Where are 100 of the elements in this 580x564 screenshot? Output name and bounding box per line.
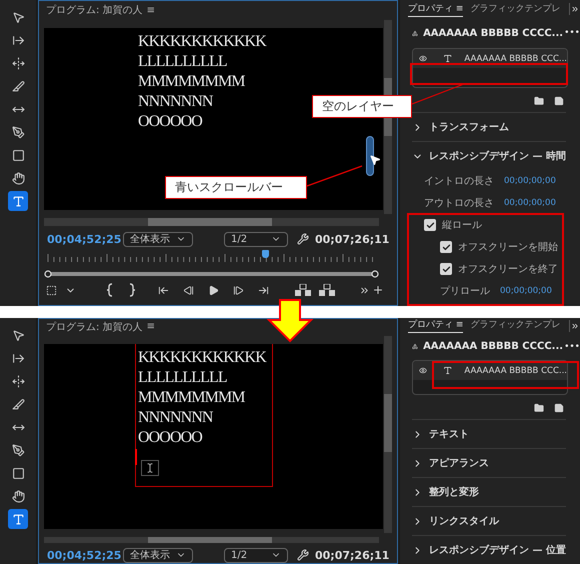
callout-label: 青いスクロールバー [165, 176, 307, 199]
layer-name: AAAAAAA BBBBB CCC... [464, 54, 567, 64]
blade-icon [12, 398, 24, 410]
callout-label: 空のレイヤー [312, 95, 412, 118]
section-header[interactable]: アピアランス [412, 449, 566, 477]
mouse-cursor-icon [369, 154, 381, 166]
checkbox-label: オフスクリーンを開始 [458, 241, 558, 254]
panel-title: プログラム: 加賀の人 [46, 320, 143, 334]
title-text: LLLLLLLLLL [138, 52, 227, 72]
range-bar[interactable] [44, 268, 379, 280]
text-frame[interactable]: KKKKKKKKKKKK LLLLLLLLLL MMMMMMMM NNNNNNN OOOOOO [135, 28, 273, 171]
playhead[interactable] [262, 250, 269, 258]
title-text: MMMMMMMM [138, 388, 245, 408]
current-timecode[interactable]: 00;04;52;25 [47, 232, 123, 246]
zoom-dropdown[interactable]: 全体表示 [123, 232, 193, 246]
tool-button[interactable] [8, 509, 28, 529]
property-label: アウトロの長さ [424, 197, 494, 210]
resolution-dropdown[interactable]: 1/2 [224, 232, 288, 246]
panel-tab[interactable]: プロパティ ≡ [408, 318, 464, 334]
down-arrow-icon [266, 299, 314, 342]
step-forward-icon[interactable] [233, 284, 244, 296]
pointer-icon [12, 328, 24, 342]
type-icon [442, 52, 452, 65]
panel-tab[interactable]: グラフィックテンプレ [470, 2, 560, 16]
panel-tab[interactable]: グラフィックテンプレ [470, 318, 560, 334]
brace-icon[interactable] [128, 283, 136, 297]
more-menu[interactable]: ••• [564, 28, 580, 38]
pen-icon [12, 126, 24, 138]
go-to-in-icon[interactable] [158, 284, 169, 296]
leader-line [412, 83, 464, 105]
insert-icon[interactable] [295, 284, 311, 296]
wrench-icon[interactable] [297, 233, 309, 245]
horizontal-scrollbar[interactable] [44, 536, 379, 544]
checkbox[interactable] [424, 219, 436, 231]
panel-title: プログラム: 加賀の人 [46, 4, 143, 17]
timecode-value[interactable]: 00;00;00;00 [504, 198, 556, 208]
brace-icon[interactable] [106, 283, 114, 297]
property-label: プリロール [440, 284, 490, 298]
overflow-button[interactable]: » [568, 320, 580, 332]
insert-icon[interactable] [319, 284, 335, 296]
chevrons-right-icon[interactable] [359, 284, 370, 296]
more-menu[interactable]: ••• [564, 342, 580, 352]
note-icon[interactable] [554, 403, 564, 413]
blade-icon [12, 80, 24, 92]
title-text: NNNNNNN [138, 408, 213, 428]
vertical-scrollbar[interactable] [384, 336, 392, 533]
title-text: MMMMMMMM [138, 72, 245, 92]
plus-icon[interactable] [372, 284, 384, 296]
layer-title: AAAAAAA BBBBB CCCC... [423, 341, 564, 352]
section-header[interactable]: 整列と変形 [412, 478, 566, 506]
layer-name: AAAAAAA BBBBB CCC... [464, 366, 567, 376]
folder-icon[interactable] [534, 403, 544, 413]
overflow-button[interactable]: » [568, 3, 580, 15]
dashed-square-icon[interactable] [46, 284, 57, 296]
timecode-value[interactable]: 00;00;00;00 [504, 176, 556, 186]
insertion-mark [135, 448, 137, 465]
panel-menu[interactable]: ≡ [146, 321, 155, 332]
checkbox[interactable] [440, 241, 452, 253]
step-back-icon[interactable] [183, 284, 194, 296]
title-text: LLLLLLLLLL [138, 368, 227, 388]
pen-icon [12, 444, 24, 456]
type-icon [12, 512, 24, 526]
resolution-dropdown[interactable]: 1/2 [224, 548, 288, 563]
arrow-right-icon [12, 352, 24, 364]
title-text: OOOOOO [138, 428, 202, 448]
roll-scroll-handle[interactable] [366, 136, 374, 176]
zoom-dropdown[interactable]: 全体表示 [123, 548, 193, 563]
section-header[interactable]: テキスト [412, 420, 566, 448]
section-header[interactable]: レスポンシブデザイン — 時間 [412, 142, 566, 170]
play-icon[interactable] [208, 284, 219, 296]
layer-row[interactable]: AAAAAAA BBBBB CCC... [413, 361, 567, 380]
type-icon [12, 194, 24, 208]
arrow-right-icon [12, 34, 24, 46]
checkbox-label: オフスクリーンを終了 [458, 263, 558, 276]
duration-timecode: 00;07;26;11 [315, 232, 390, 246]
split-arrows-icon [12, 56, 24, 70]
section-header[interactable]: レスポンシブデザイン — 位置 [412, 536, 566, 564]
checkbox-label: 縦ロール [442, 219, 482, 232]
panel-tab[interactable]: プロパティ ≡ [408, 2, 464, 16]
pointer-icon [12, 10, 24, 24]
panel-menu[interactable]: ≡ [146, 4, 155, 16]
hand-icon [12, 490, 24, 502]
leader-line [306, 165, 362, 187]
eye-icon[interactable] [419, 53, 427, 64]
current-timecode[interactable]: 00;04;52;25 [47, 548, 123, 562]
rectangle-icon [12, 466, 24, 480]
wrench-icon[interactable] [297, 549, 309, 562]
folder-icon[interactable] [534, 96, 544, 106]
note-icon[interactable] [554, 96, 564, 106]
timecode-value[interactable]: 00;00;00;00 [500, 286, 552, 296]
section-header[interactable]: トランスフォーム [412, 113, 566, 141]
title-text: KKKKKKKKKKKK [138, 32, 266, 52]
section-header[interactable]: リンクスタイル [412, 507, 566, 535]
title-text: KKKKKKKKKKKK [138, 348, 266, 368]
text-frame[interactable]: KKKKKKKKKKKK LLLLLLLLLL MMMMMMMM NNNNNNN OOOOOO [135, 344, 273, 487]
horizontal-scrollbar[interactable] [44, 218, 379, 226]
checkbox[interactable] [440, 263, 452, 275]
duration-timecode: 00;07;26;11 [315, 548, 390, 562]
tool-button[interactable] [8, 191, 28, 211]
go-to-out-icon[interactable] [258, 284, 269, 296]
